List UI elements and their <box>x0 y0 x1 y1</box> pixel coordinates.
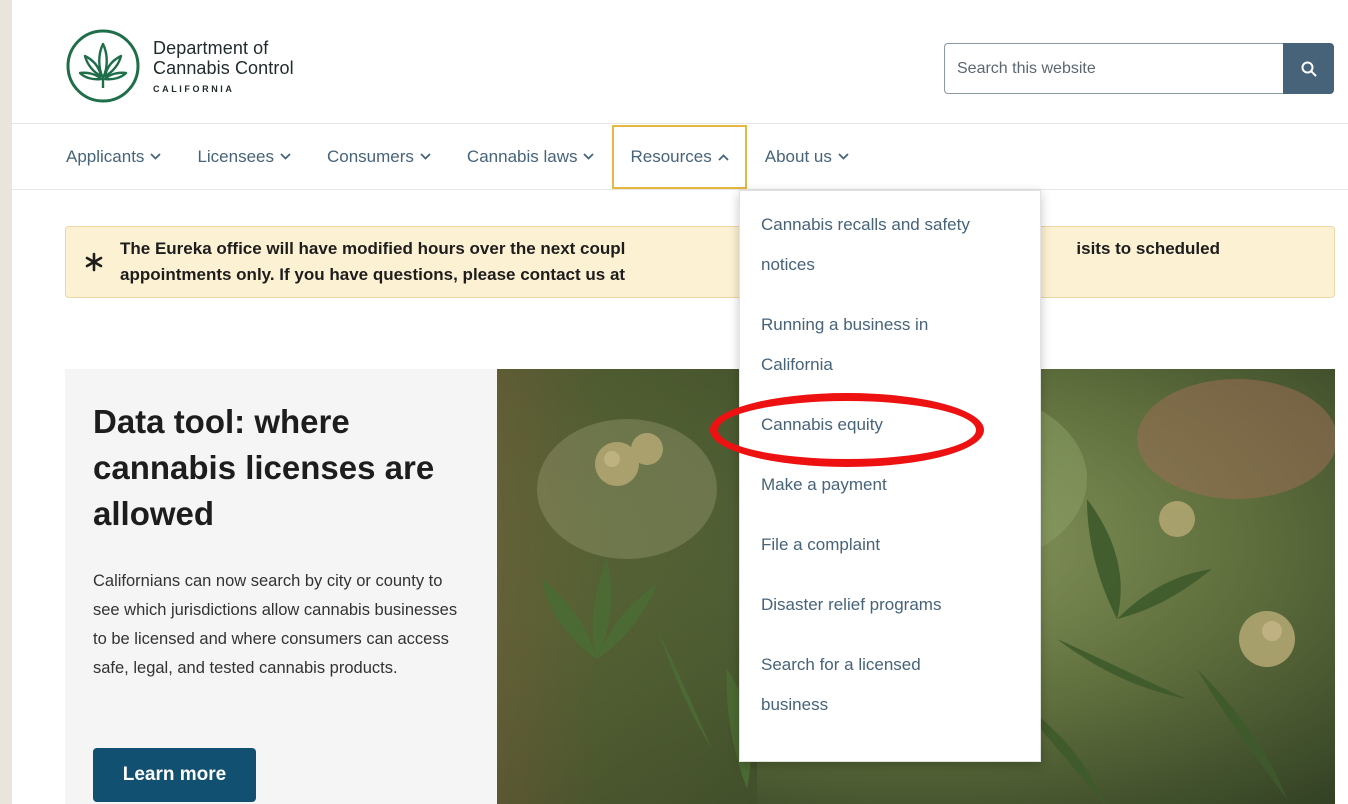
chevron-down-icon <box>150 153 162 160</box>
logo-subtitle: CALIFORNIA <box>153 84 235 95</box>
search-input[interactable] <box>944 43 1283 94</box>
chevron-down-icon <box>838 153 849 160</box>
menu-item-file-complaint[interactable]: File a complaint <box>740 525 1040 565</box>
nav-label: About us <box>764 146 832 166</box>
nav-consumers[interactable]: Consumers <box>309 124 449 189</box>
learn-more-button[interactable]: Learn more <box>93 748 256 802</box>
alert-line-2: appointments only. If you have questions… <box>120 265 626 284</box>
nav-about-us[interactable]: About us <box>747 124 867 189</box>
nav-licensees[interactable]: Licensees <box>179 124 309 189</box>
asterisk-icon <box>85 252 103 272</box>
chevron-up-icon <box>718 153 729 161</box>
menu-item-running-business[interactable]: Running a business in California <box>740 305 1012 385</box>
resources-dropdown: Cannabis recalls and safety notices Runn… <box>739 190 1041 762</box>
nav-label: Cannabis laws <box>466 146 578 166</box>
nav-label: Consumers <box>327 146 414 166</box>
site-search <box>944 43 1334 94</box>
logo-line-2: Cannabis Control <box>153 58 294 79</box>
nav-label: Applicants <box>66 146 145 166</box>
hero-description: Californians can now search by city or c… <box>93 572 458 677</box>
hero-card: Data tool: where cannabis licenses are a… <box>65 369 497 804</box>
nav-label: Resources <box>630 147 712 166</box>
alert-line-1: The Eureka office will have modified hou… <box>120 239 626 258</box>
nav-divider <box>12 189 1348 190</box>
magnifier-icon <box>1301 61 1316 76</box>
nav-resources[interactable]: Resources <box>612 125 747 189</box>
logo-line-1: Department of <box>153 37 269 58</box>
site-logo[interactable]: Department of Cannabis Control CALIFORNI… <box>65 28 294 104</box>
chevron-down-icon <box>280 153 291 160</box>
alert-text: The Eureka office will have modified hou… <box>120 236 1240 288</box>
nav-cannabis-laws[interactable]: Cannabis laws <box>449 124 613 189</box>
main-nav: Applicants Licensees Consumers Cannabis … <box>66 124 867 189</box>
hero-title: Data tool: where cannabis licenses are a… <box>93 403 435 532</box>
cannabis-leaf-logo-icon <box>66 29 140 103</box>
nav-label: Licensees <box>197 146 274 166</box>
chevron-down-icon <box>583 153 595 160</box>
chevron-down-icon <box>420 153 431 160</box>
menu-item-search-licensed[interactable]: Search for a licensed business <box>740 645 992 725</box>
alert-line-1-tail: isits to scheduled <box>1076 239 1220 258</box>
alert-banner: The Eureka office will have modified hou… <box>65 226 1335 298</box>
menu-item-recalls[interactable]: Cannabis recalls and safety notices <box>740 205 1042 285</box>
menu-item-cannabis-equity[interactable]: Cannabis equity <box>740 405 1040 445</box>
search-button[interactable] <box>1283 43 1334 94</box>
menu-item-make-payment[interactable]: Make a payment <box>740 465 1040 505</box>
logo-text: Department of Cannabis Control CALIFORNI… <box>153 38 294 95</box>
menu-item-disaster-relief[interactable]: Disaster relief programs <box>740 585 1040 625</box>
page: Department of Cannabis Control CALIFORNI… <box>12 0 1348 804</box>
nav-applicants[interactable]: Applicants <box>66 124 179 189</box>
